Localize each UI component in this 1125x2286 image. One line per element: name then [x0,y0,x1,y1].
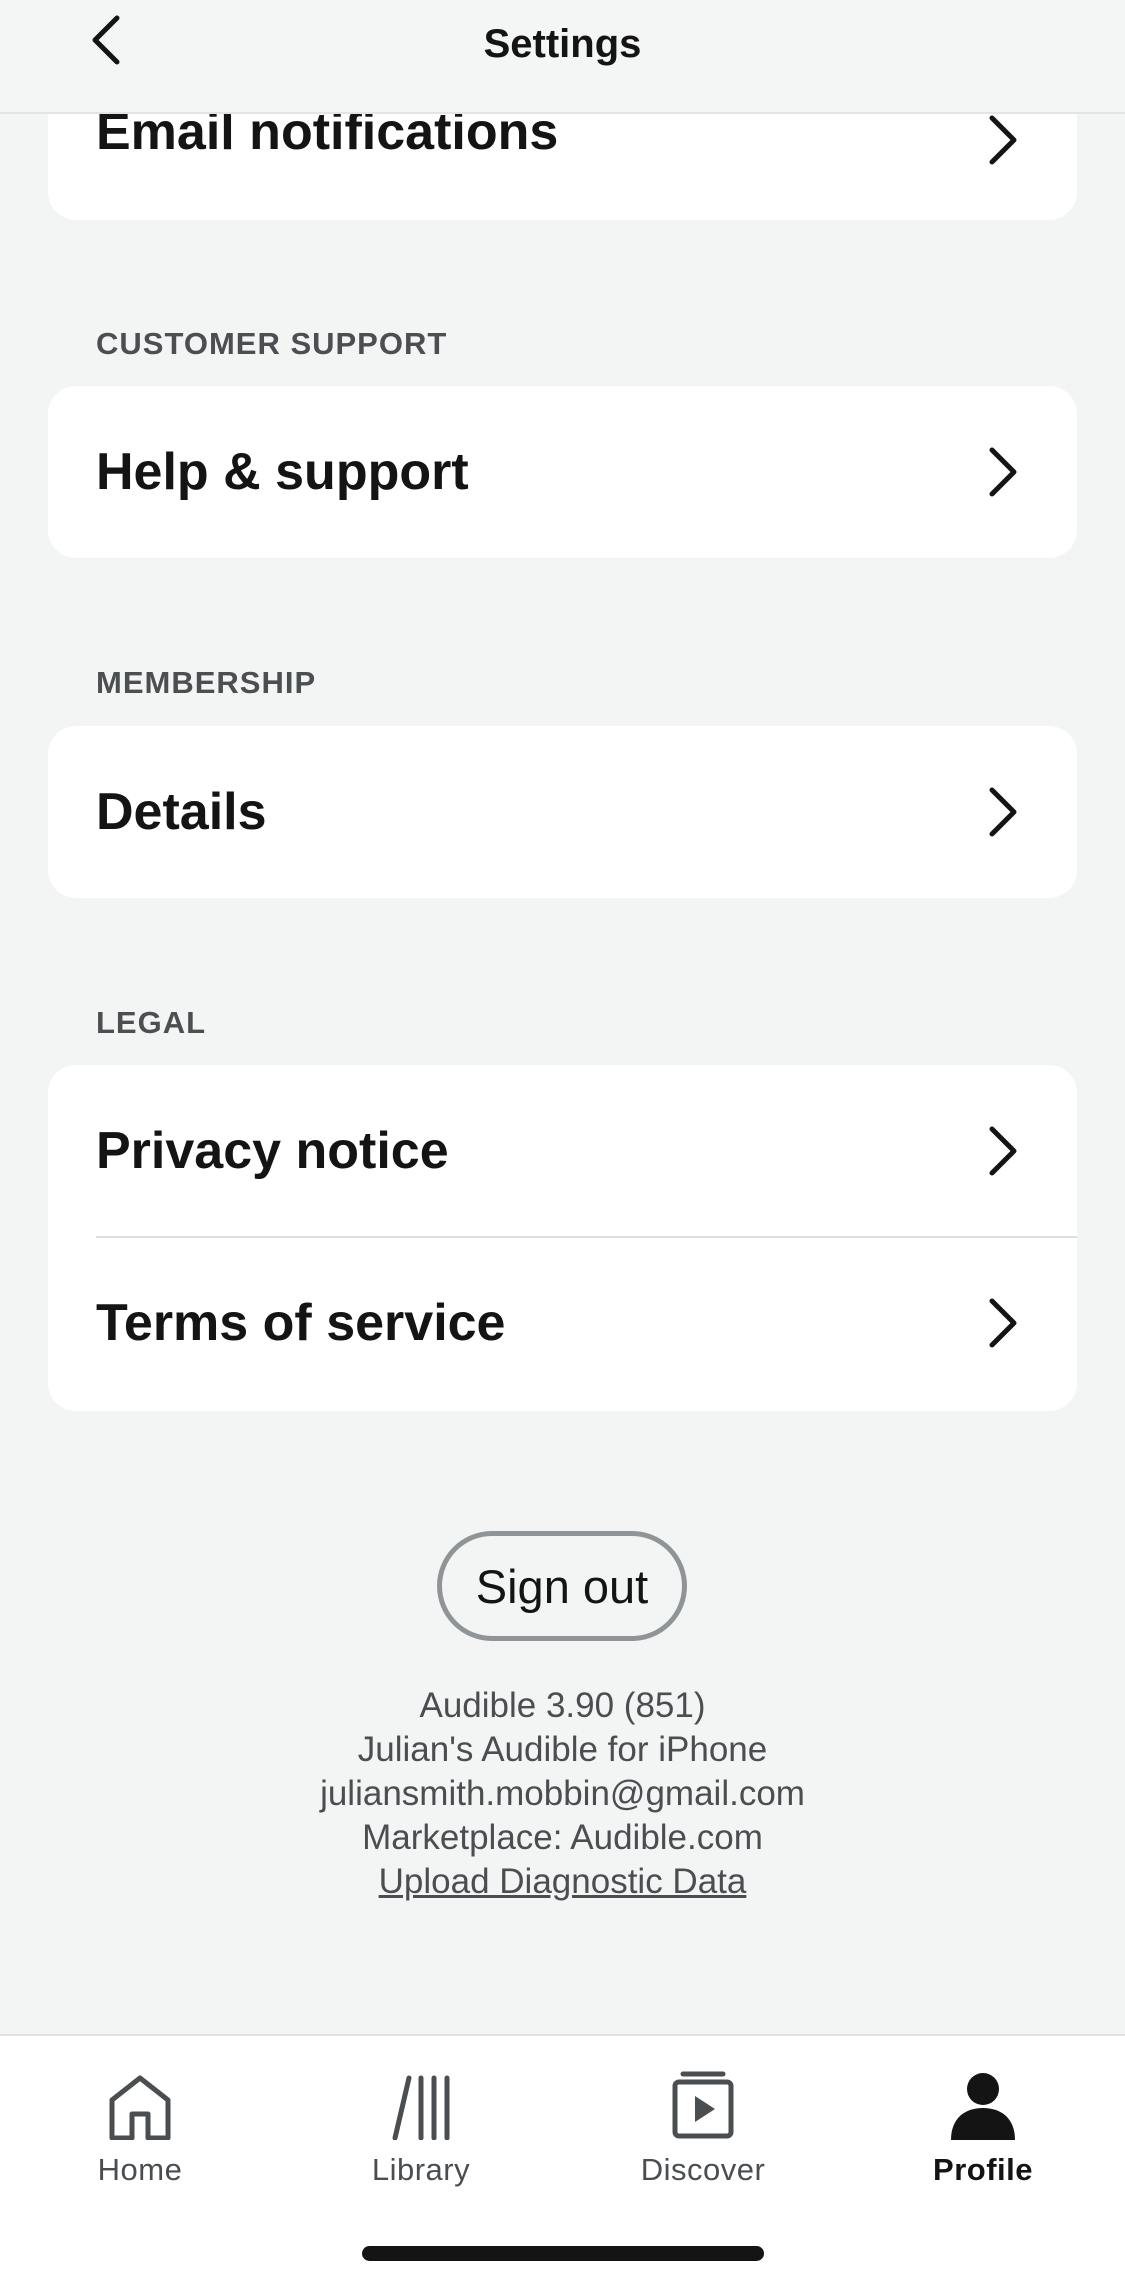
top-navigation-bar: Settings [0,0,1125,114]
tab-home-label: Home [97,2152,183,2187]
tab-discover-label: Discover [640,2152,766,2187]
terms-of-service-row[interactable]: Terms of service [48,1237,1077,1409]
page-title: Settings [483,22,642,66]
upload-diagnostic-link[interactable]: Upload Diagnostic Data [379,1862,747,1901]
tab-profile[interactable]: Profile [883,2060,1083,2210]
privacy-notice-row[interactable]: Privacy notice [48,1065,1077,1237]
app-version: Audible 3.90 (851) [419,1686,706,1725]
customer-support-card: Help & support [48,386,1077,558]
tab-library[interactable]: Library [321,2060,521,2210]
discover-play-icon [672,2071,734,2139]
membership-card: Details [48,726,1077,898]
sign-out-button[interactable]: Sign out [437,1531,687,1641]
device-name: Julian's Audible for iPhone [357,1730,768,1769]
chevron-right-icon [985,112,1021,168]
home-indicator [362,2246,764,2261]
library-icon [392,2075,450,2140]
membership-details-row[interactable]: Details [48,726,1077,898]
help-support-label: Help & support [96,443,469,501]
tab-home[interactable]: Home [40,2060,240,2210]
tab-library-label: Library [371,2152,471,2187]
membership-heading: MEMBERSHIP [96,665,317,700]
chevron-right-icon [985,444,1021,500]
chevron-right-icon [985,1295,1021,1351]
tab-discover[interactable]: Discover [603,2060,803,2210]
chevron-right-icon [985,1123,1021,1179]
legal-heading: LEGAL [96,1005,207,1040]
privacy-notice-label: Privacy notice [96,1122,449,1180]
profile-icon [951,2073,1015,2140]
legal-card: Privacy notice Terms of service [48,1065,1077,1411]
help-support-row[interactable]: Help & support [48,386,1077,558]
tab-profile-label: Profile [933,2152,1033,2187]
customer-support-heading: CUSTOMER SUPPORT [96,326,448,361]
upload-diagnostic-container: Upload Diagnostic Data [0,1860,1125,1904]
home-icon [109,2075,171,2140]
membership-details-label: Details [96,783,267,841]
marketplace: Marketplace: Audible.com [362,1818,763,1857]
account-email: juliansmith.mobbin@gmail.com [320,1774,805,1813]
terms-of-service-label: Terms of service [96,1294,506,1352]
chevron-right-icon [985,784,1021,840]
